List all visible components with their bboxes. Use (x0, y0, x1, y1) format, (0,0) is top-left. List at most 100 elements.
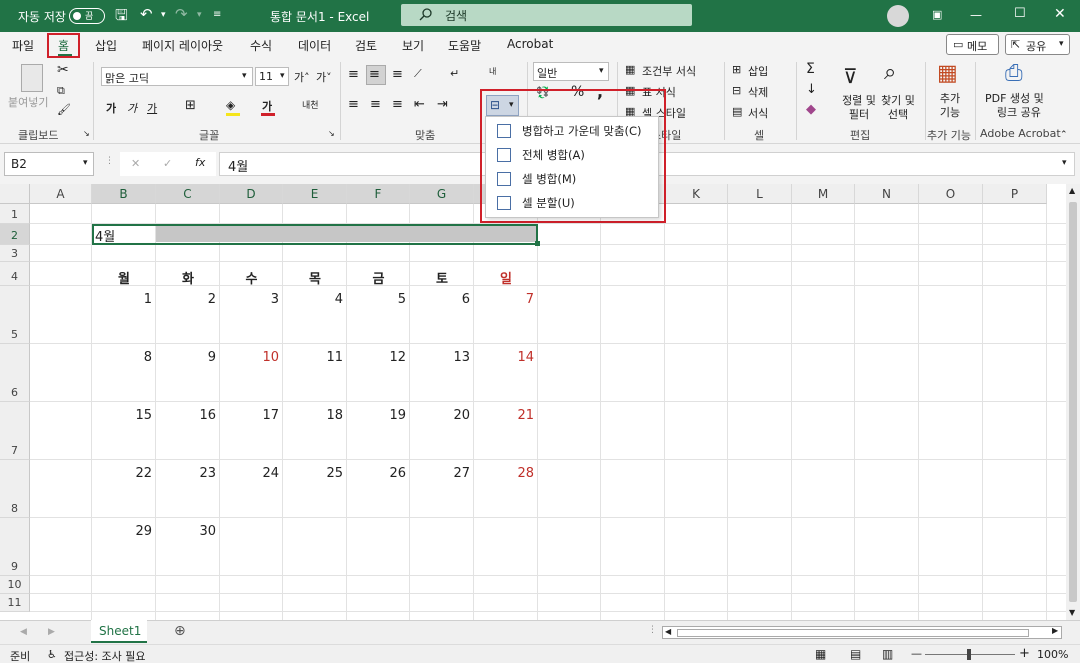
font-launcher-icon[interactable]: ↘ (328, 129, 335, 138)
calendar-date[interactable]: 10 (219, 350, 279, 365)
column-header-O[interactable]: O (919, 184, 983, 204)
clipboard-launcher-icon[interactable]: ↘ (83, 129, 90, 138)
scroll-thumb[interactable] (1069, 202, 1077, 602)
conditional-format-icon[interactable]: ▦ (625, 63, 635, 76)
font-color-icon[interactable]: 가 (262, 98, 272, 114)
accessibility-icon[interactable]: ♿ (47, 648, 57, 661)
fill-icon[interactable]: ↓ (806, 82, 817, 97)
format-cells-icon[interactable]: ▤ (732, 105, 742, 118)
zoom-in-icon[interactable]: + (1019, 646, 1030, 661)
zoom-slider-thumb[interactable] (967, 649, 971, 660)
column-header-L[interactable]: L (728, 184, 792, 204)
align-left-icon[interactable]: ≡ (348, 97, 359, 112)
weekday-header[interactable]: 일 (474, 268, 538, 287)
cut-icon[interactable]: ✂ (57, 62, 69, 78)
zoom-out-icon[interactable]: — (911, 647, 922, 660)
copy-icon[interactable]: ⧉ (57, 84, 65, 98)
format-painter-icon[interactable]: 🖌 (57, 103, 71, 116)
weekday-header[interactable]: 수 (220, 268, 283, 287)
maximize-icon[interactable]: ☐ (1014, 6, 1026, 21)
clear-icon[interactable]: ◆ (806, 102, 816, 117)
page-layout-view-icon[interactable]: ▤ (850, 647, 861, 661)
rtl-icon[interactable]: ↵ (450, 67, 459, 80)
normal-view-icon[interactable]: ▦ (815, 647, 826, 661)
ribbon-display-icon[interactable]: ▣ (932, 8, 942, 21)
insert-cells-icon[interactable]: ⊞ (732, 63, 741, 76)
split-icon[interactable]: ⋮ (648, 625, 657, 635)
column-header-G[interactable]: G (410, 184, 474, 204)
paste-icon[interactable] (21, 64, 43, 92)
calendar-date[interactable]: 29 (92, 524, 152, 539)
row-header-5[interactable]: 5 (0, 286, 30, 344)
collapse-ribbon-icon[interactable]: ⌃ (1060, 130, 1068, 140)
column-header-M[interactable]: M (792, 184, 855, 204)
font-size-select[interactable]: 11 ▾ (255, 67, 289, 86)
unmerge-cells-item[interactable]: 셀 분할(U) (486, 191, 658, 215)
calendar-title[interactable]: 4월 (95, 226, 115, 245)
addins-icon[interactable]: ▦ (937, 61, 958, 86)
row-header-4[interactable]: 4 (0, 262, 30, 286)
save-icon[interactable]: 🖫 (115, 5, 128, 30)
cancel-icon[interactable]: ✕ (131, 157, 140, 170)
delete-cells-label[interactable]: 삭제 (748, 84, 768, 100)
align-top-icon[interactable]: ≡ (348, 67, 359, 82)
merge-cells-item[interactable]: 셀 병합(M) (486, 167, 658, 191)
calendar-date[interactable]: 21 (474, 408, 534, 423)
calendar-date[interactable]: 19 (346, 408, 406, 423)
column-header-F[interactable]: F (347, 184, 410, 204)
vertical-scrollbar[interactable]: ▲ ▼ (1066, 184, 1080, 620)
calendar-date[interactable]: 6 (410, 292, 470, 307)
minimize-icon[interactable]: — (970, 8, 982, 22)
tab-review[interactable]: 검토 (355, 37, 377, 54)
orientation-icon[interactable]: ⟋ (414, 67, 422, 81)
align-right-icon[interactable]: ≡ (392, 97, 403, 112)
select-all-corner[interactable] (0, 184, 30, 204)
worksheet-grid[interactable]: ABCDEFGHIJKLMNOP 1234567891011 4월 월화수목금토… (0, 184, 1066, 620)
underline-icon[interactable]: 가 (147, 100, 157, 116)
sort-filter-label[interactable]: 정렬 및 필터 (840, 94, 878, 122)
search-box[interactable]: 검색 (401, 4, 692, 26)
calendar-date[interactable]: 12 (346, 350, 406, 365)
customize-qat-icon[interactable]: ≡ (213, 9, 221, 20)
prev-sheet-icon[interactable]: ◀ (20, 627, 27, 637)
memo-button[interactable]: ▭ 메모 (946, 34, 999, 55)
calendar-date[interactable]: 3 (219, 292, 279, 307)
tab-data[interactable]: 데이터 (298, 37, 331, 54)
selected-range[interactable] (92, 224, 538, 245)
column-header-E[interactable]: E (283, 184, 347, 204)
calendar-date[interactable]: 26 (346, 466, 406, 481)
format-cells-label[interactable]: 서식 (748, 105, 768, 121)
weekday-header[interactable]: 화 (156, 268, 220, 287)
column-header-B[interactable]: B (92, 184, 156, 204)
hscroll-thumb[interactable] (677, 629, 1029, 637)
calendar-date[interactable]: 13 (410, 350, 470, 365)
column-header-P[interactable]: P (983, 184, 1047, 204)
column-header-N[interactable]: N (855, 184, 919, 204)
calendar-date[interactable]: 11 (283, 350, 343, 365)
calendar-date[interactable]: 28 (474, 466, 534, 481)
calendar-date[interactable]: 7 (474, 292, 534, 307)
find-select-icon[interactable]: ⌕ (884, 60, 896, 85)
weekday-header[interactable]: 월 (92, 268, 156, 287)
calendar-date[interactable]: 24 (219, 466, 279, 481)
autosave-toggle[interactable]: 끔 (69, 8, 105, 24)
weekday-header[interactable]: 목 (283, 268, 347, 287)
weekday-header[interactable]: 토 (410, 268, 474, 287)
italic-icon[interactable]: 가 (127, 100, 137, 116)
grow-font-icon[interactable]: 가˄ (294, 69, 310, 85)
row-header-8[interactable]: 8 (0, 460, 30, 518)
phonetic-icon[interactable]: 내천 (302, 98, 319, 111)
merge-across-item[interactable]: 전체 병합(A) (486, 143, 658, 167)
find-select-label[interactable]: 찾기 및 선택 (878, 94, 918, 122)
zoom-level[interactable]: 100% (1037, 648, 1068, 661)
undo-dropdown-icon[interactable]: ▾ (161, 10, 166, 20)
calendar-date[interactable]: 27 (410, 466, 470, 481)
decrease-indent-icon[interactable]: ⇤ (414, 97, 425, 112)
sort-filter-icon[interactable]: ⊽ (843, 64, 858, 88)
insert-cells-label[interactable]: 삽입 (748, 63, 768, 79)
delete-cells-icon[interactable]: ⊟ (732, 84, 741, 97)
calendar-date[interactable]: 2 (156, 292, 216, 307)
addins-label[interactable]: 추가 기능 (935, 92, 965, 120)
conditional-format-label[interactable]: 조건부 서식 (642, 63, 696, 79)
next-sheet-icon[interactable]: ▶ (48, 627, 55, 637)
